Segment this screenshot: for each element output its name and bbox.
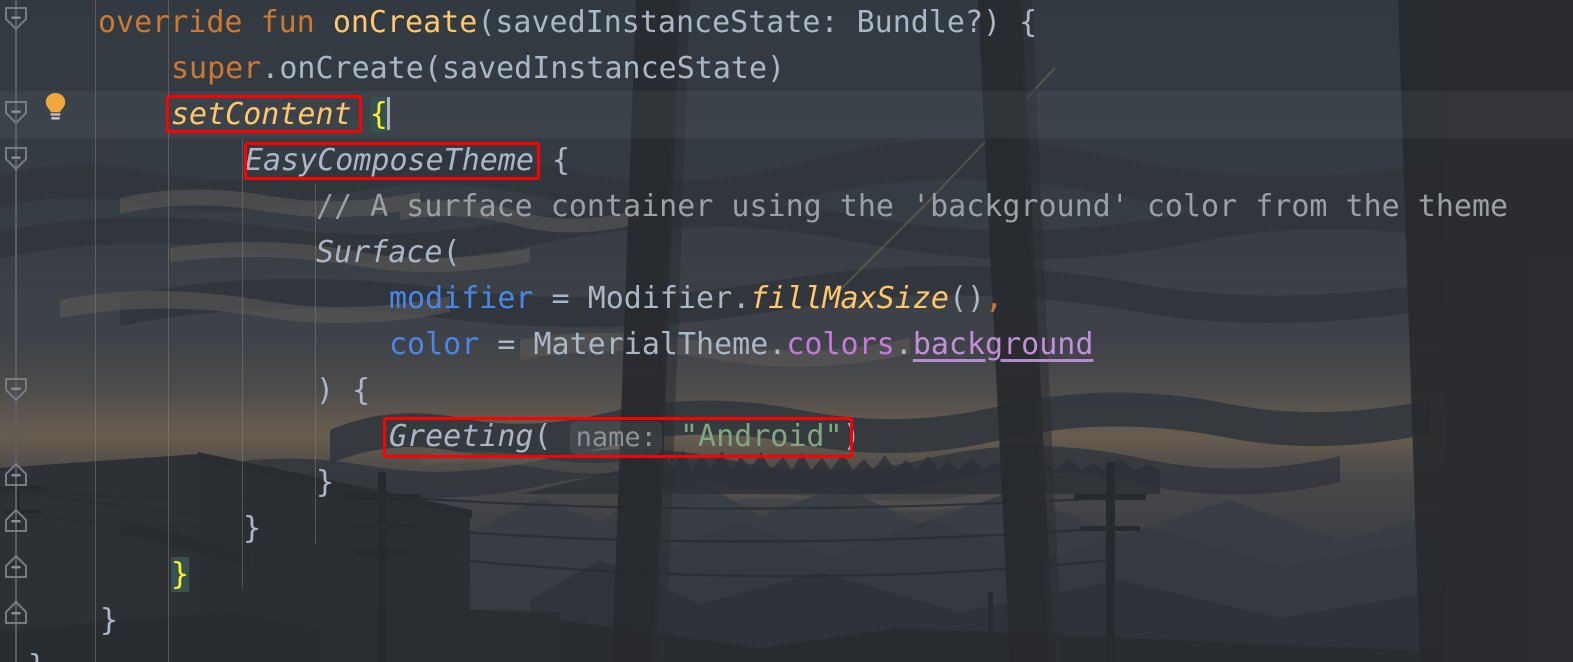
code-token: background [912,327,1094,362]
code-line[interactable]: ) { [0,368,370,414]
code-token: (savedInstanceState: Bundle?) { [477,5,1038,40]
code-token: . [732,281,751,316]
text-caret [386,97,390,130]
code-token: ( [442,235,461,270]
code-token: onCreate [332,5,478,40]
code-token: { [533,143,571,178]
code-token: ( [533,419,552,454]
code-token: } [316,465,335,500]
code-token: fillMaxSize [750,281,949,316]
code-line[interactable]: // A surface container using the 'backgr… [0,184,1508,230]
code-token: color [389,327,480,362]
code-token: EasyComposeTheme [245,143,534,178]
code-line[interactable]: } [0,644,46,662]
code-line[interactable]: Greeting( name: "Android") [0,414,861,460]
code-token: MaterialTheme [533,327,769,362]
code-token: setContent [171,97,352,132]
code-content[interactable]: override fun onCreate(savedInstanceState… [0,0,1573,662]
code-token: .onCreate(savedInstanceState) [261,51,786,86]
code-line[interactable]: super.onCreate(savedInstanceState) [0,46,785,92]
code-token: "Android" [679,419,843,454]
code-line[interactable]: color = MaterialTheme.colors.background [0,322,1093,368]
code-token: ) [842,419,861,454]
code-token: . [768,327,787,362]
code-token: } [243,511,262,546]
code-token: . [894,327,913,362]
code-token: , [985,281,1004,316]
code-line[interactable]: EasyComposeTheme { [0,138,570,184]
code-editor-viewport[interactable]: override fun onCreate(savedInstanceState… [0,0,1573,662]
code-token: } [28,649,46,662]
code-token: colors [786,327,895,362]
code-line[interactable]: } [0,598,118,644]
code-token: { [369,97,388,132]
code-line[interactable]: } [0,552,190,598]
code-token: Greeting [389,419,534,454]
code-line[interactable]: } [0,460,334,506]
code-line[interactable]: } [0,506,261,552]
code-token: modifier [389,281,534,316]
code-token: () [948,281,986,316]
code-token: super [171,51,262,86]
code-token: ) { [316,373,371,408]
code-token: Surface [316,235,443,270]
code-token: } [171,557,190,592]
code-token: override [98,5,243,40]
code-token: fun [260,5,315,40]
code-token: } [100,603,119,638]
code-line[interactable]: setContent { [0,92,390,138]
code-token: = [479,327,534,362]
code-line[interactable]: Surface( [0,230,461,276]
code-token: = [533,281,588,316]
code-token: // A surface container using the 'backgr… [316,189,1509,224]
code-token: name: [569,421,662,455]
code-line[interactable]: override fun onCreate(savedInstanceState… [0,0,1037,46]
code-token: Modifier [587,281,733,316]
code-line[interactable]: modifier = Modifier.fillMaxSize(), [0,276,1003,322]
